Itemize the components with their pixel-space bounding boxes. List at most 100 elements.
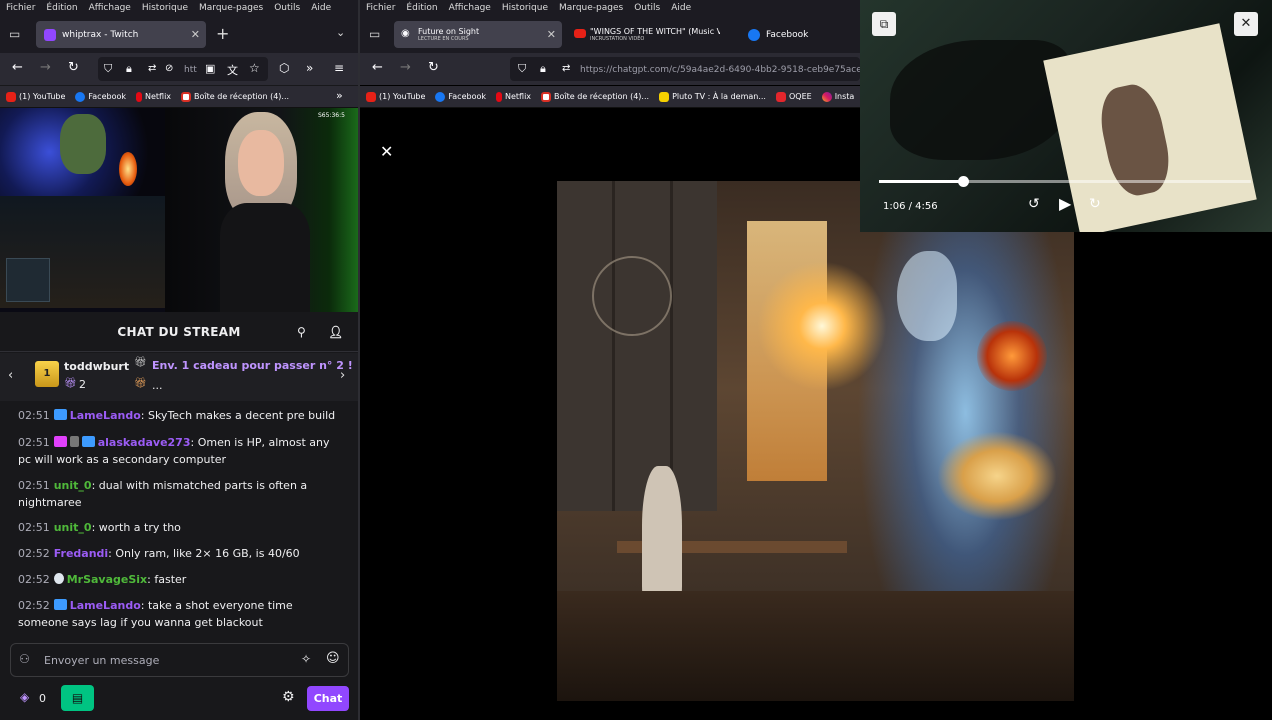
chat-settings-gear-icon[interactable]: ⚙	[282, 689, 295, 705]
tab-list-chevron-icon[interactable]: ⌄	[336, 26, 345, 39]
channel-points-icon[interactable]: ◈	[20, 690, 29, 704]
back-icon[interactable]: ←	[372, 60, 383, 75]
bookmark-label: Netflix	[505, 92, 532, 101]
message-user[interactable]: Fredandi	[54, 547, 108, 560]
message-time: 02:51	[18, 409, 50, 422]
bookmark-star-icon[interactable]: ☆	[249, 61, 260, 75]
gift-count-icon: 🎁︎	[64, 378, 77, 389]
forward-icon[interactable]: →	[40, 60, 51, 75]
permissions-icon[interactable]: ⇄	[148, 63, 156, 74]
message-user[interactable]: unit_0	[54, 521, 92, 534]
bookmark-label: Pluto TV : À la deman...	[672, 92, 766, 101]
menu-affichage[interactable]: Affichage	[89, 3, 131, 13]
bookmark-netflix[interactable]: Netflix	[496, 91, 532, 102]
message-user[interactable]: alaskadave273	[98, 436, 191, 449]
menu-marque-pages[interactable]: Marque-pages	[199, 3, 263, 13]
menu-affichage[interactable]: Affichage	[449, 3, 491, 13]
blocked-icon[interactable]: ⊘	[165, 63, 173, 74]
translate-icon[interactable]: 文	[227, 62, 238, 78]
pip-play-icon[interactable]: ▶	[1059, 194, 1071, 213]
close-tab-icon[interactable]: ✕	[547, 28, 556, 41]
pip-close-icon[interactable]: ✕	[1234, 12, 1258, 36]
menu-fichier[interactable]: Fichier	[366, 3, 395, 13]
message-user[interactable]: unit_0	[54, 479, 92, 492]
pip-forward-icon[interactable]: ↻	[1089, 196, 1101, 212]
right-navbar: ← → ↻ ⛉ 🔒︎ ⇄ https://chatgpt.com/c/59a4a…	[360, 53, 860, 85]
users-icon[interactable]: 👤︎	[328, 312, 344, 352]
menu-fichier[interactable]: Fichier	[6, 3, 35, 13]
menu-edition[interactable]: Édition	[46, 3, 77, 13]
menu-outils[interactable]: Outils	[274, 3, 300, 13]
shield-icon[interactable]: ⛉	[518, 62, 526, 76]
pip-progress-knob[interactable]	[957, 176, 969, 187]
new-tab-icon[interactable]: +	[216, 24, 229, 43]
pin-icon[interactable]: ⚲	[297, 312, 306, 352]
pip-back-to-tab-icon[interactable]: ⧉	[872, 12, 896, 36]
pip-progress-track[interactable]	[879, 176, 1251, 187]
bookmark-youtube[interactable]: (1) YouTube	[366, 91, 425, 102]
back-icon[interactable]: ←	[12, 60, 23, 75]
gift-count: 2	[79, 378, 86, 391]
menu-historique[interactable]: Historique	[502, 3, 548, 13]
emote-icon[interactable]: ☺	[326, 651, 340, 666]
forward-icon[interactable]: →	[400, 60, 411, 75]
gift-prev-chevron-icon[interactable]: ‹	[8, 368, 13, 383]
generated-image[interactable]	[557, 181, 1074, 701]
chat-send-button[interactable]: Chat	[307, 686, 349, 711]
hamburger-menu-icon[interactable]: ≡	[334, 61, 344, 75]
tab-future-on-sight[interactable]: ◉ Future on Sight LECTURE EN COURS ✕	[394, 21, 562, 48]
chat-title: CHAT DU STREAM	[117, 325, 241, 339]
channel-points-count: 0	[39, 692, 46, 705]
bookmark-label: Boîte de réception (4)...	[194, 92, 290, 101]
bookmark-gmail[interactable]: Boîte de réception (4)...	[181, 91, 290, 102]
permissions-icon[interactable]: ⇄	[562, 63, 570, 74]
menu-edition[interactable]: Édition	[406, 3, 437, 13]
stream-video[interactable]: S65:36:5	[0, 108, 358, 312]
bits-icon[interactable]: ✧	[301, 652, 311, 666]
bookmark-label: Boîte de réception (4)...	[554, 92, 650, 101]
rewards-icon[interactable]: ▤	[61, 685, 94, 711]
overflow-chevron-icon[interactable]: »	[306, 61, 313, 75]
menu-marque-pages[interactable]: Marque-pages	[559, 3, 623, 13]
chat-messages[interactable]: 02:51 LameLando: SkyTech makes a decent p…	[0, 402, 358, 640]
chat-settings-person-icon[interactable]: ⚇	[19, 652, 30, 666]
menu-aide[interactable]: Aide	[311, 3, 331, 13]
message-user[interactable]: LameLando	[70, 409, 141, 422]
bookmark-gmail[interactable]: Boîte de réception (4)...	[541, 91, 650, 102]
left-urlbar[interactable]	[98, 57, 268, 81]
reload-icon[interactable]: ↻	[428, 60, 439, 75]
gift-user[interactable]: toddwburt	[64, 360, 129, 373]
chat-input[interactable]: ⚇ Envoyer un message ✧ ☺	[10, 643, 349, 677]
bookmark-netflix[interactable]: Netflix	[136, 91, 171, 102]
menu-historique[interactable]: Historique	[142, 3, 188, 13]
tab-facebook[interactable]: Facebook	[740, 21, 850, 48]
close-image-icon[interactable]: ✕	[380, 142, 393, 161]
bookmark-oqee[interactable]: OQEE	[775, 91, 812, 102]
tab-twitch[interactable]: whiptrax - Twitch ✕	[36, 21, 206, 48]
menu-outils[interactable]: Outils	[634, 3, 660, 13]
bookmark-instagram[interactable]: Insta	[821, 91, 854, 102]
bookmark-pluto[interactable]: Pluto TV : À la deman...	[659, 91, 766, 102]
bookmarks-overflow-icon[interactable]: »	[336, 89, 343, 102]
bookmark-facebook[interactable]: Facebook	[75, 91, 126, 102]
pip-video-player[interactable]: ⧉ ✕ 1:06 / 4:56 ↺ ▶ ↻	[860, 0, 1272, 232]
bookmark-facebook[interactable]: Facebook	[435, 91, 486, 102]
reload-icon[interactable]: ↻	[68, 60, 79, 75]
close-tab-icon[interactable]: ✕	[191, 28, 200, 41]
tab-wings-of-the-witch[interactable]: "WINGS OF THE WITCH" (Music V INCRUSTATI…	[570, 21, 720, 48]
extension-icon[interactable]: ⬡	[279, 61, 289, 75]
menu-aide[interactable]: Aide	[671, 3, 691, 13]
bookmark-youtube[interactable]: (1) YouTube	[6, 91, 65, 102]
bookmark-label: Facebook	[448, 92, 486, 101]
pip-rewind-icon[interactable]: ↺	[1028, 196, 1040, 212]
tab-overview-icon[interactable]: ▭	[9, 27, 20, 41]
gift-next-chevron-icon[interactable]: ›	[340, 368, 345, 383]
stream-lamp	[119, 152, 137, 186]
message-user[interactable]: MrSavageSix	[67, 573, 147, 586]
lock-icon[interactable]: 🔒︎	[540, 62, 546, 76]
message-user[interactable]: LameLando	[70, 599, 141, 612]
lock-icon[interactable]: 🔒︎	[126, 62, 132, 76]
shield-icon[interactable]: ⛉	[104, 62, 112, 76]
screenshot-icon[interactable]: ▣	[205, 62, 215, 75]
tab-overview-icon[interactable]: ▭	[369, 27, 380, 41]
